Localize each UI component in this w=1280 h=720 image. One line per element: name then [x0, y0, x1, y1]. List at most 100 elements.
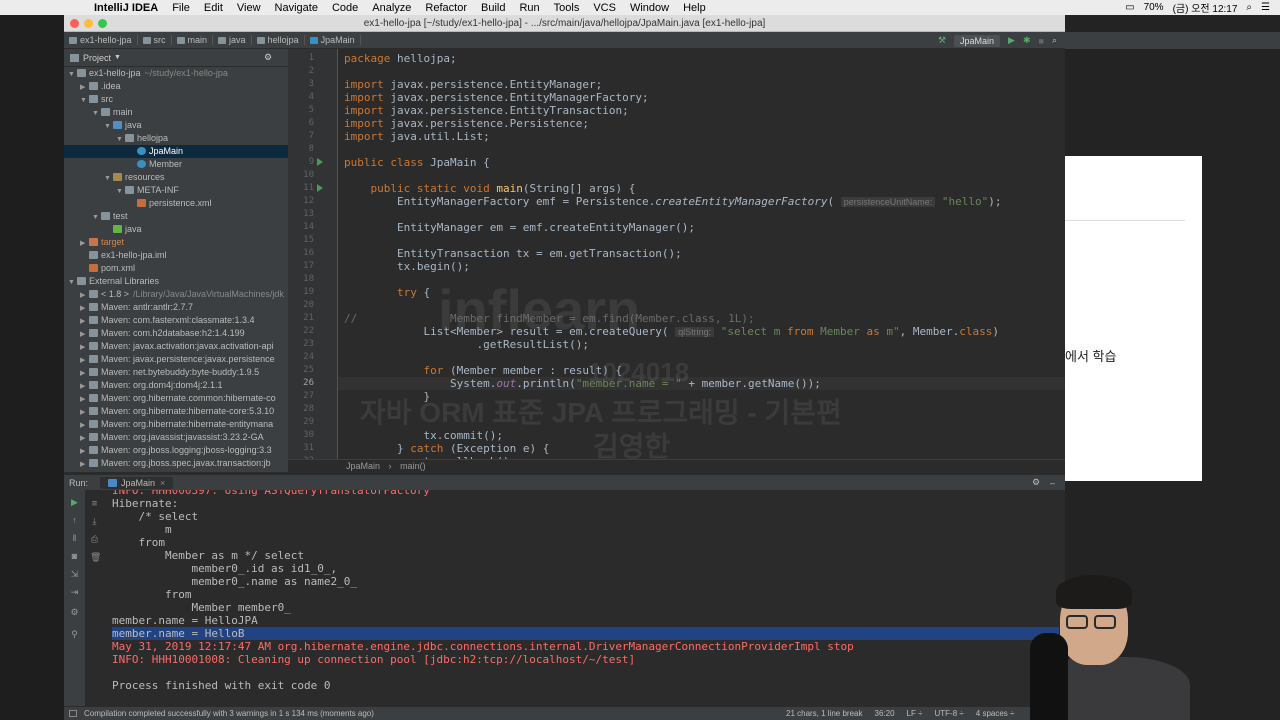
- menu-window[interactable]: Window: [630, 2, 669, 14]
- restore-layout-icon[interactable]: ⇲: [70, 570, 79, 579]
- tree-item[interactable]: ▶ target: [64, 236, 288, 249]
- tree-item[interactable]: ▼ resources: [64, 171, 288, 184]
- menu-build[interactable]: Build: [481, 2, 505, 14]
- tree-item[interactable]: ▶ Maven: com.fasterxml:classmate:1.3.4: [64, 314, 288, 327]
- breadcrumb-item[interactable]: main: [172, 35, 214, 45]
- tree-item[interactable]: java: [64, 223, 288, 236]
- run-console[interactable]: ≡ ⤓ ⎙ 🗑 INFO: HHH000397: Using ASTQueryT…: [86, 490, 1065, 706]
- soft-wrap-icon[interactable]: ≡: [90, 500, 99, 509]
- console-line[interactable]: May 31, 2019 12:17:47 AM org.hibernate.e…: [112, 640, 854, 653]
- code-line[interactable]: import javax.persistence.EntityTransacti…: [344, 104, 629, 117]
- console-line[interactable]: member0_.name as name2_0_: [112, 575, 364, 588]
- close-window-button[interactable]: [70, 19, 79, 28]
- breadcrumb-item[interactable]: java: [213, 35, 252, 45]
- code-line[interactable]: try {: [344, 286, 430, 299]
- breadcrumb-item[interactable]: ex1-hello-jpa: [64, 35, 138, 45]
- zoom-window-button[interactable]: [98, 19, 107, 28]
- breadcrumb-item[interactable]: hellojpa: [252, 35, 305, 45]
- breadcrumb-item[interactable]: JpaMain: [305, 35, 361, 45]
- tree-item[interactable]: Member: [64, 158, 288, 171]
- menu-refactor[interactable]: Refactor: [425, 2, 467, 14]
- tree-item[interactable]: ▶ Maven: antlr:antlr:2.7.7: [64, 301, 288, 314]
- trash-icon[interactable]: 🗑: [90, 554, 101, 563]
- menu-view[interactable]: View: [237, 2, 261, 14]
- tree-item[interactable]: ▼ main: [64, 106, 288, 119]
- settings-gear-icon[interactable]: ⚙: [264, 52, 272, 63]
- tree-item[interactable]: ▼ test: [64, 210, 288, 223]
- crumb-class[interactable]: JpaMain: [346, 461, 380, 471]
- hammer-build-icon[interactable]: ⚒: [938, 35, 946, 46]
- chevron-down-icon[interactable]: ▼: [114, 54, 121, 61]
- tree-item[interactable]: ▼ src: [64, 93, 288, 106]
- tree-item[interactable]: ▼ java: [64, 119, 288, 132]
- code-line[interactable]: tx.begin();: [344, 260, 470, 273]
- debug-icon[interactable]: ✱: [1023, 35, 1031, 46]
- console-line[interactable]: INFO: HHH10001008: Cleaning up connectio…: [112, 653, 635, 666]
- console-line[interactable]: m: [112, 523, 178, 536]
- scroll-end-icon[interactable]: ⤓: [90, 518, 99, 527]
- console-line[interactable]: Member as m */ select: [112, 549, 304, 562]
- search-everywhere-icon[interactable]: ⌕: [1052, 35, 1057, 46]
- code-line[interactable]: import java.util.List;: [344, 130, 490, 143]
- crumb-method[interactable]: main(): [400, 461, 426, 471]
- code-line[interactable]: EntityTransaction tx = em.getTransaction…: [344, 247, 682, 260]
- tree-item[interactable]: ▶ Maven: org.hibernate:hibernate-core:5.3…: [64, 405, 288, 418]
- tree-item[interactable]: ▶ < 1.8 >/Library/Java/JavaVirtualMachine…: [64, 288, 288, 301]
- close-icon[interactable]: ×: [160, 478, 165, 488]
- console-line[interactable]: from: [112, 536, 165, 549]
- tree-item[interactable]: ▶ .idea: [64, 80, 288, 93]
- battery-icon[interactable]: ▭: [1125, 2, 1134, 13]
- clock[interactable]: (금) 오전 12:17: [1173, 0, 1238, 15]
- tree-item[interactable]: ▼ META-INF: [64, 184, 288, 197]
- minimize-window-button[interactable]: [84, 19, 93, 28]
- rerun-icon[interactable]: ▶: [70, 498, 79, 507]
- console-line[interactable]: Process finished with exit code 0: [112, 679, 331, 692]
- tree-item[interactable]: ex1-hello-jpa.iml: [64, 249, 288, 262]
- tree-item[interactable]: JpaMain: [64, 145, 288, 158]
- search-icon[interactable]: ⌕: [1246, 2, 1252, 13]
- menu-help[interactable]: Help: [683, 2, 706, 14]
- menu-analyze[interactable]: Analyze: [372, 2, 411, 14]
- gutter-run-icon[interactable]: [317, 158, 323, 166]
- caret-position[interactable]: 36:20: [875, 707, 895, 720]
- menu-app-name[interactable]: IntelliJ IDEA: [94, 2, 158, 14]
- console-line[interactable]: INFO: HHH000397: Using ASTQueryTranslato…: [112, 490, 430, 497]
- status-message[interactable]: Compilation completed successfully with …: [84, 707, 374, 720]
- tree-item[interactable]: ▶ Maven: javax.persistence:javax.persiste…: [64, 353, 288, 366]
- tree-item[interactable]: ▶ Maven: org.jboss.logging:jboss-logging:…: [64, 444, 288, 457]
- console-line[interactable]: from: [112, 588, 192, 601]
- file-encoding[interactable]: UTF-8 ÷: [934, 707, 963, 720]
- menu-vcs[interactable]: VCS: [593, 2, 616, 14]
- tree-item[interactable]: pom.xml: [64, 262, 288, 275]
- code-line[interactable]: public class JpaMain {: [344, 156, 490, 169]
- indent-setting[interactable]: 4 spaces ÷: [976, 707, 1015, 720]
- code-line[interactable]: System.out.println("member.name = " + me…: [338, 377, 1065, 390]
- tree-item[interactable]: persistence.xml: [64, 197, 288, 210]
- tree-item[interactable]: ▶ Maven: javax.activation:javax.activatio…: [64, 340, 288, 353]
- tree-item[interactable]: ▼ ex1-hello-jpa ~/study/ex1-hello-jpa: [64, 67, 288, 80]
- menu-navigate[interactable]: Navigate: [275, 2, 318, 14]
- tree-item[interactable]: ▶ Maven: org.hibernate.common:hibernate-c…: [64, 392, 288, 405]
- code-line[interactable]: package hellojpa;: [344, 52, 457, 65]
- console-line[interactable]: member.name = HelloB: [112, 627, 1059, 640]
- run-icon[interactable]: ▶: [1008, 35, 1015, 46]
- camera-icon[interactable]: ◙: [70, 552, 79, 561]
- status-square-icon[interactable]: [69, 710, 77, 717]
- code-line[interactable]: EntityManagerFactory emf = Persistence.c…: [344, 195, 1002, 208]
- code-line[interactable]: import javax.persistence.Persistence;: [344, 117, 589, 130]
- console-line[interactable]: member.name = HelloJPA: [112, 614, 258, 627]
- settings-gear-icon[interactable]: ⚙: [1032, 477, 1040, 488]
- hide-icon[interactable]: –: [1050, 478, 1055, 488]
- tree-item[interactable]: ▶ Maven: net.bytebuddy:byte-buddy:1.9.5: [64, 366, 288, 379]
- menu-edit[interactable]: Edit: [204, 2, 223, 14]
- print-icon[interactable]: ⎙: [90, 536, 99, 545]
- console-line[interactable]: /* select: [112, 510, 198, 523]
- code-line[interactable]: for (Member member : result) {: [344, 364, 622, 377]
- run-tab-jpamain[interactable]: JpaMain ×: [100, 476, 174, 489]
- code-line[interactable]: public static void main(String[] args) {: [344, 182, 636, 195]
- stop-icon[interactable]: ■: [1039, 36, 1044, 46]
- tree-item[interactable]: ▶ Maven: org.javassist:javassist:3.23.2-G…: [64, 431, 288, 444]
- project-title[interactable]: Project: [83, 53, 111, 63]
- code-editor[interactable]: 1 2 3 4 5 6 7 8 9 10 11 12 13 14 15 16 17 18 19 20 21 22 23 24 2…: [288, 49, 1065, 472]
- code-line[interactable]: } catch (Exception e) {: [344, 442, 549, 455]
